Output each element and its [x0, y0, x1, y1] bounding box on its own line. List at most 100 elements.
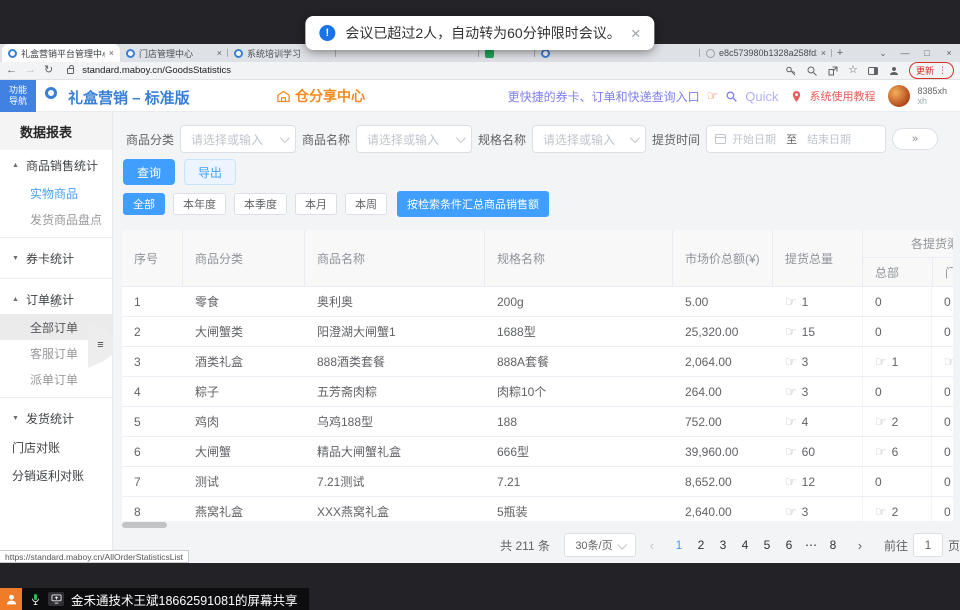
query-button[interactable]: 查询 — [123, 159, 175, 185]
range-tab[interactable]: 全部 — [123, 193, 165, 215]
chevron-down-icon — [456, 133, 466, 143]
cell-name: 乌鸡188型 — [305, 407, 485, 436]
name-select[interactable]: 请选择或输入 — [356, 125, 472, 153]
warehouse-share-center-link[interactable]: 仓分享中心 — [276, 86, 365, 106]
brand-logo — [45, 87, 57, 99]
action-row: 查询 导出 — [120, 159, 960, 185]
app-header: 功能 导航 礼盒营销 – 标准版 仓分享中心 更快捷的券卡、订单和快递查询入口 … — [0, 80, 960, 112]
tab-search-icon[interactable]: ⌄ — [872, 48, 894, 59]
header-no: 序号 — [122, 230, 183, 286]
page-button[interactable]: 2 — [690, 538, 712, 552]
screen-share-icon[interactable] — [48, 592, 64, 606]
page-size-value: 30条/页 — [575, 537, 612, 553]
caret-up-icon: ▲ — [12, 162, 20, 169]
cell-no: 2 — [122, 317, 183, 346]
page-button[interactable]: ⋯ — [800, 538, 822, 552]
range-tab[interactable]: 本周 — [345, 193, 387, 215]
cell-name: 888酒类套餐 — [305, 347, 485, 376]
window-maximize-button[interactable]: □ — [916, 48, 938, 58]
caret-down-icon: ▼ — [12, 415, 20, 422]
browser-tab-active[interactable]: 礼盒营销平台管理中心 × — [2, 44, 120, 62]
quick-search-label[interactable]: Quick — [745, 89, 778, 104]
page-size-select[interactable]: 30条/页 — [564, 533, 636, 557]
table-vertical-scrollbar[interactable] — [953, 230, 960, 521]
expand-filters-button[interactable]: » — [892, 128, 938, 150]
page-button[interactable]: 1 — [668, 538, 690, 552]
tab-close-icon[interactable]: × — [821, 48, 826, 58]
calendar-icon — [715, 134, 726, 144]
close-icon[interactable]: × — [631, 25, 641, 42]
microphone-icon[interactable] — [30, 593, 41, 606]
new-tab-button[interactable]: + — [832, 44, 848, 62]
zoom-icon[interactable] — [806, 65, 818, 77]
cell-headquarters: ☞ 0 — [862, 467, 932, 496]
address-bar[interactable]: standard.maboy.cn/GoodsStatistics — [82, 65, 777, 76]
person-icon — [5, 593, 18, 606]
tab-title: 礼盒营销平台管理中心 — [21, 47, 105, 60]
system-tutorial-link[interactable]: 系统使用教程 — [809, 88, 875, 104]
cell-no: 8 — [122, 497, 183, 521]
profile-icon[interactable] — [888, 65, 900, 77]
goto-page-input[interactable] — [913, 533, 943, 557]
divider — [0, 278, 112, 279]
scrollbar-thumb[interactable] — [122, 522, 167, 528]
sidebar-item-physical-goods[interactable]: 实物商品 — [0, 180, 112, 206]
share-icon[interactable] — [827, 65, 839, 77]
forward-icon[interactable]: → — [25, 65, 36, 76]
chrome-update-button[interactable]: 更新 ⋮ — [909, 62, 954, 79]
cell-headquarters: ☞ 6 — [862, 437, 932, 466]
start-date-placeholder: 开始日期 — [732, 131, 776, 147]
page-button[interactable]: 6 — [778, 538, 800, 552]
total-count: 共 211 条 — [500, 537, 550, 554]
window-close-button[interactable]: × — [938, 48, 960, 58]
cell-category: 酒类礼盒 — [183, 347, 305, 376]
quick-search-icon[interactable] — [725, 90, 738, 103]
sidebar-group-coupon-stats[interactable]: ▼ 券卡统计 — [0, 243, 112, 273]
next-page-button[interactable]: › — [850, 538, 870, 553]
divider — [0, 397, 112, 398]
page-button[interactable]: 3 — [712, 538, 734, 552]
range-tab[interactable]: 本月 — [295, 193, 337, 215]
sidebar-item-distribution-rebate[interactable]: 分销返利对账 — [0, 461, 112, 489]
browser-tab[interactable]: 门店管理中心 × — [120, 44, 228, 62]
tab-close-icon[interactable]: × — [217, 48, 222, 58]
function-nav-button[interactable]: 功能 导航 — [0, 80, 36, 112]
category-placeholder: 请选择或输入 — [191, 131, 280, 148]
user-avatar[interactable] — [888, 85, 910, 107]
bookmark-star-icon[interactable]: ☆ — [848, 65, 858, 76]
back-icon[interactable]: ← — [6, 65, 17, 76]
range-tab[interactable]: 本季度 — [234, 193, 287, 215]
sidebar-item-dispatch-orders[interactable]: 派单订单 — [0, 366, 112, 392]
table-row: 1 零食 奥利奥 200g 5.00 ☞ 1 ☞ 0 ☞ 0 — [122, 287, 960, 317]
browser-menu-icon[interactable]: ⋮ — [938, 65, 947, 76]
page-button[interactable]: 8 — [822, 538, 844, 552]
prev-page-button[interactable]: ‹ — [642, 538, 662, 553]
page-button[interactable]: 5 — [756, 538, 778, 552]
category-select[interactable]: 请选择或输入 — [180, 125, 296, 153]
lock-icon[interactable] — [67, 68, 74, 74]
sidebar-item-shipment-inventory[interactable]: 发货商品盘点 — [0, 206, 112, 232]
pickup-date-range-picker[interactable]: 开始日期 至 结束日期 — [706, 125, 886, 153]
sidebar-item-store-reconciliation[interactable]: 门店对账 — [0, 433, 112, 461]
reload-icon[interactable]: ↻ — [44, 65, 53, 76]
cell-category: 鸡肉 — [183, 407, 305, 436]
user-name: 8385xh — [917, 86, 947, 96]
range-tab[interactable]: 本年度 — [173, 193, 226, 215]
sidebar-group-goods-sales[interactable]: ▲ 商品销售统计 — [0, 150, 112, 180]
spec-select[interactable]: 请选择或输入 — [532, 125, 646, 153]
browser-tab[interactable]: e8c573980b1328a258fd2e6f8 × — [700, 44, 832, 62]
tab-title: e8c573980b1328a258fd2e6f8 — [719, 48, 817, 58]
sidebar-group-shipment-stats[interactable]: ▼ 发货统计 — [0, 403, 112, 433]
category-filter-label: 商品分类 — [126, 131, 174, 148]
window-minimize-button[interactable]: — — [894, 48, 916, 58]
export-button[interactable]: 导出 — [184, 159, 236, 185]
cell-name: 精品大闸蟹礼盒 — [305, 437, 485, 466]
side-panel-icon[interactable] — [867, 65, 879, 77]
page-button[interactable]: 4 — [734, 538, 756, 552]
cell-pickup-total: ☞ 3 — [773, 347, 863, 376]
header-spec: 规格名称 — [485, 230, 673, 286]
key-icon[interactable] — [785, 65, 797, 77]
summary-by-filter-button[interactable]: 按检索条件汇总商品销售额 — [397, 191, 549, 217]
tab-close-icon[interactable]: × — [109, 48, 114, 58]
site-favicon-icon — [8, 49, 17, 58]
